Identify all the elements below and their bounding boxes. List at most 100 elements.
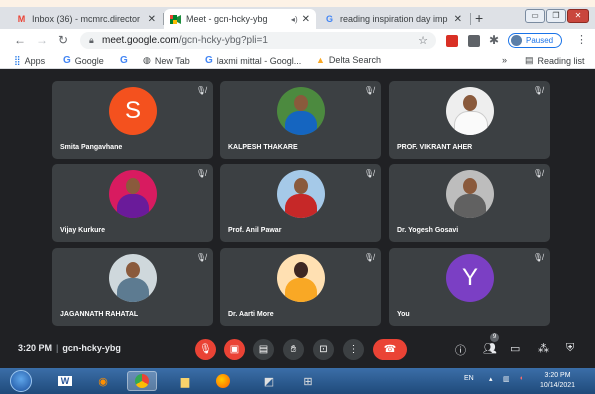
- profile-button[interactable]: Paused: [508, 33, 562, 48]
- host-controls-icon[interactable]: ⛨: [566, 342, 574, 355]
- mic-off-icon: 🎙︎: [199, 344, 212, 355]
- participant-tile[interactable]: 🎙︎̸ S Smita Pangavhane: [52, 81, 213, 159]
- explorer-taskbar-icon[interactable]: ▆: [170, 371, 200, 391]
- mic-off-icon: 🎙︎̸: [363, 169, 374, 178]
- windows-taskbar: W ◉ ▆ ◩ ⊞ EN ▴ ▥ ◖ 3:20 PM 10/14/2021: [0, 368, 595, 394]
- language-indicator[interactable]: EN: [464, 375, 474, 382]
- bookmark-new-tab[interactable]: ◍ New Tab: [143, 55, 190, 66]
- window-top-strip: [0, 0, 595, 7]
- extensions-puzzle-icon[interactable]: ✱: [489, 33, 499, 47]
- speaker-icon[interactable]: ◂): [291, 15, 298, 24]
- tab-divider: [470, 13, 471, 25]
- avatar: [109, 170, 157, 218]
- google-icon: G: [205, 55, 213, 66]
- more-options-button[interactable]: ⋮: [343, 339, 364, 360]
- info-icon[interactable]: ⓘ: [455, 342, 466, 358]
- meet-stage: 🎙︎̸ S Smita Pangavhane 🎙︎̸ KALPESH THAKA…: [0, 69, 595, 368]
- end-call-button[interactable]: ☎︎: [373, 339, 407, 360]
- tab-search[interactable]: G reading inspiration day imp ✕: [318, 9, 468, 29]
- participant-name: Vijay Kurkure: [60, 227, 106, 234]
- firefox-taskbar-icon[interactable]: [208, 371, 238, 391]
- participant-tile[interactable]: 🎙︎̸ Dr. Yogesh Gosavi: [389, 164, 550, 242]
- reading-list-button[interactable]: ▤ Reading list: [525, 55, 585, 66]
- menu-kebab-icon[interactable]: ⋮: [576, 33, 587, 46]
- gmail-icon: M: [17, 13, 26, 24]
- people-count-badge: 9: [490, 333, 499, 342]
- participant-name: You: [397, 311, 410, 318]
- taskbar-clock[interactable]: 3:20 PM 10/14/2021: [540, 371, 575, 391]
- meeting-code: gcn-hcky-ybg: [62, 343, 121, 353]
- participant-tile[interactable]: 🎙︎̸ JAGANNATH RAHATAL: [52, 248, 213, 326]
- forward-arrow-icon[interactable]: →: [36, 33, 48, 47]
- participant-tile[interactable]: 🎙︎̸ Dr. Aarti More: [220, 248, 381, 326]
- google-icon: G: [63, 55, 71, 66]
- restore-button[interactable]: ❐: [546, 9, 566, 23]
- tab-meet[interactable]: Meet - gcn-hcky-ybg ◂) ✕: [164, 9, 316, 29]
- url-text: meet.google.com/gcn-hcky-ybg?pli=1: [102, 35, 268, 46]
- bookmark-laxmi-mittal[interactable]: G laxmi mittal - Googl...: [205, 55, 301, 66]
- word-taskbar-icon[interactable]: W: [50, 371, 80, 391]
- tab-bar: M Inbox (36) - mcmrc.director ✕ Meet - g…: [0, 7, 595, 29]
- back-arrow-icon[interactable]: ←: [14, 33, 26, 47]
- reload-icon[interactable]: ↻: [58, 33, 68, 47]
- participant-name: Dr. Yogesh Gosavi: [397, 227, 459, 234]
- avatar: [446, 87, 494, 135]
- tab-gmail[interactable]: M Inbox (36) - mcmrc.director ✕: [10, 9, 162, 29]
- new-tab-button[interactable]: +: [475, 10, 483, 26]
- close-tab-icon[interactable]: ✕: [148, 14, 156, 25]
- extension-red-icon[interactable]: [446, 35, 458, 47]
- avatar: [109, 254, 157, 302]
- present-button[interactable]: ⊡: [313, 339, 334, 360]
- lock-icon[interactable]: 🔒︎: [89, 35, 94, 46]
- globe-icon: ◍: [143, 55, 151, 65]
- close-window-button[interactable]: ✕: [567, 9, 589, 23]
- participant-tile[interactable]: 🎙︎̸ Vijay Kurkure: [52, 164, 213, 242]
- volume-icon[interactable]: ◖: [519, 375, 523, 382]
- camera-toggle-button[interactable]: ▣: [224, 339, 245, 360]
- network-icon[interactable]: ▥: [503, 375, 510, 383]
- participant-name: PROF. VIKRANT AHER: [397, 144, 473, 151]
- more-vert-icon: ⋮: [348, 344, 359, 355]
- bookmark-google-blank[interactable]: G: [120, 55, 132, 66]
- delta-icon: ▲: [316, 55, 325, 65]
- media-taskbar-icon[interactable]: ◉: [88, 371, 118, 391]
- app-taskbar-icon[interactable]: ◩: [254, 371, 284, 391]
- address-bar-row: ← → ↻ 🔒︎ meet.google.com/gcn-hcky-ybg?pl…: [0, 29, 595, 52]
- avatar: [446, 170, 494, 218]
- bookmark-star-icon[interactable]: ☆: [418, 34, 428, 47]
- captions-button[interactable]: ▤: [253, 339, 274, 360]
- tray-expand-icon[interactable]: ▴: [489, 375, 493, 383]
- bookmark-google[interactable]: G Google: [63, 55, 104, 66]
- meet-icon: [170, 14, 181, 24]
- bookmark-apps[interactable]: ⣿ Apps: [14, 55, 45, 66]
- start-button[interactable]: [10, 370, 32, 392]
- bookmark-delta-search[interactable]: ▲ Delta Search: [316, 55, 381, 65]
- avatar: [511, 35, 522, 46]
- participant-tile[interactable]: 🎙︎̸ Y You: [389, 248, 550, 326]
- reading-list-icon: ▤: [525, 55, 534, 65]
- participant-tile[interactable]: 🎙︎̸ PROF. VIKRANT AHER: [389, 81, 550, 159]
- bookmarks-overflow-button[interactable]: »: [502, 55, 507, 65]
- google-icon: G: [120, 55, 128, 66]
- mic-off-icon: 🎙︎̸: [532, 86, 543, 95]
- people-icon[interactable]: 👥︎: [483, 342, 497, 355]
- network-app-taskbar-icon[interactable]: ⊞: [293, 371, 323, 391]
- participant-name: Prof. Anil Pawar: [228, 227, 282, 234]
- activities-icon[interactable]: ⁂: [538, 342, 549, 355]
- chat-icon[interactable]: ▭: [510, 342, 520, 355]
- address-bar[interactable]: 🔒︎ meet.google.com/gcn-hcky-ybg?pli=1 ☆: [80, 32, 436, 49]
- participant-tile[interactable]: 🎙︎̸ Prof. Anil Pawar: [220, 164, 381, 242]
- close-tab-icon[interactable]: ✕: [454, 14, 462, 25]
- apps-grid-icon: ⣿: [14, 55, 21, 65]
- chrome-taskbar-icon[interactable]: [127, 371, 157, 391]
- camera-off-icon: ▣: [229, 344, 240, 355]
- close-tab-icon[interactable]: ✕: [302, 14, 310, 25]
- mic-toggle-button[interactable]: 🎙︎: [195, 339, 216, 360]
- extension-gray-icon[interactable]: [468, 35, 480, 47]
- mic-off-icon: 🎙︎̸: [532, 169, 543, 178]
- participant-name: Smita Pangavhane: [60, 144, 123, 151]
- minimize-button[interactable]: ▭: [525, 9, 545, 23]
- raise-hand-button[interactable]: ✋︎: [283, 339, 304, 360]
- phone-hangup-icon: ☎︎: [383, 344, 397, 355]
- participant-tile[interactable]: 🎙︎̸ KALPESH THAKARE: [220, 81, 381, 159]
